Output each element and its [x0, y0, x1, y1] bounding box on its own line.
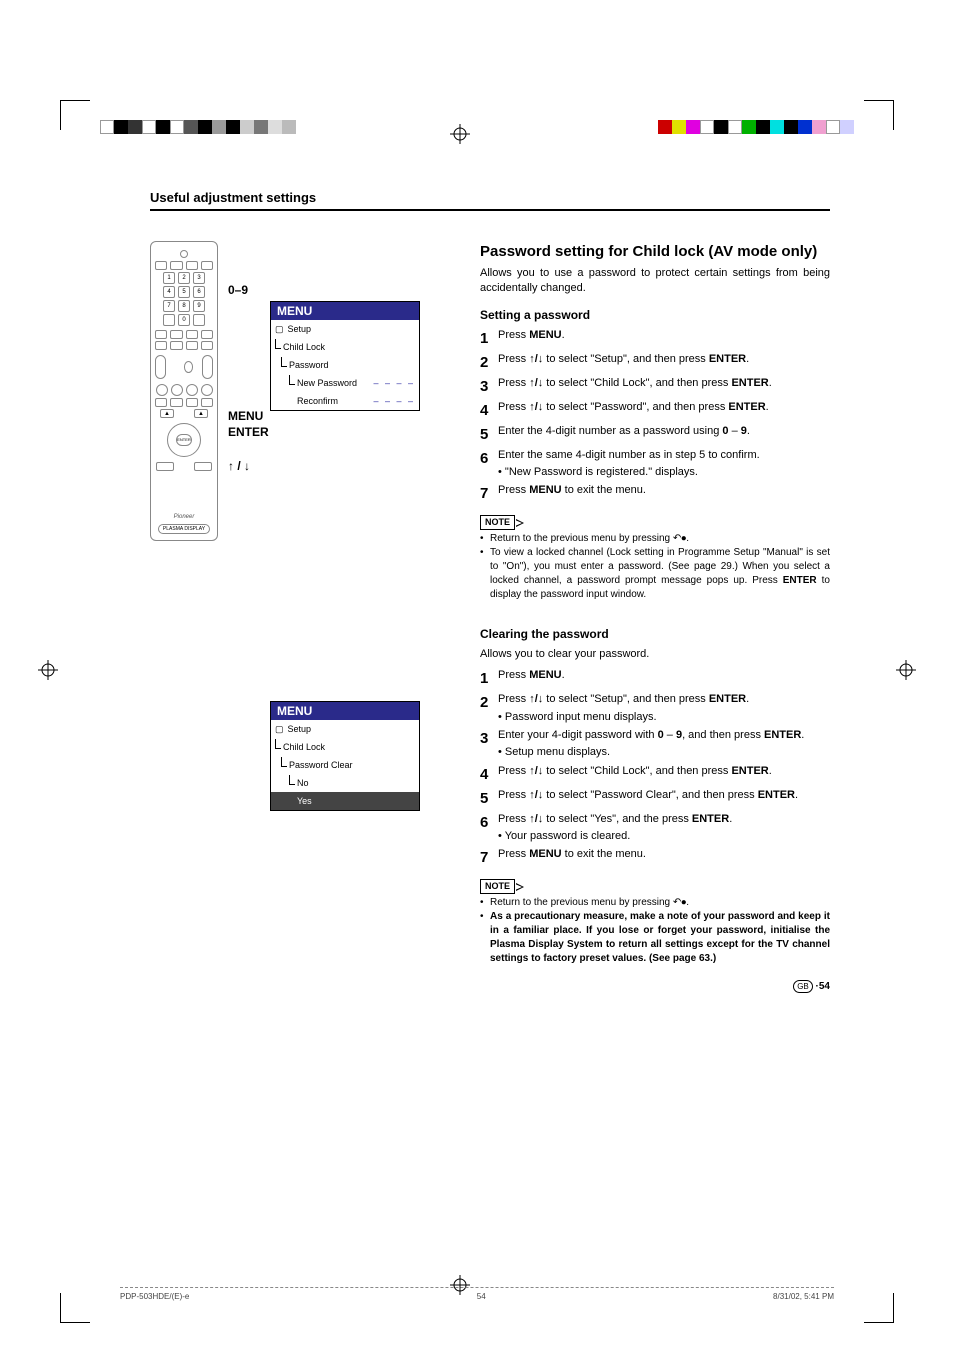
main-heading: Password setting for Child lock (AV mode… — [480, 241, 830, 262]
up-down-arrow-icon — [529, 789, 543, 801]
right-column: Password setting for Child lock (AV mode… — [480, 241, 830, 994]
clearing-intro: Allows you to clear your password. — [480, 647, 830, 662]
left-column: 123 456 789 0 ▲▲ ENTER Pioneer PLASMA DI… — [150, 241, 450, 994]
color-bar-left — [100, 120, 296, 134]
osd-menu-password-clear: MENU ▢Setup Child Lock Password Clear No… — [270, 701, 420, 811]
return-icon — [673, 533, 686, 544]
registration-mark-top — [450, 124, 470, 144]
crop-mark-icon — [60, 100, 90, 130]
main-intro: Allows you to use a password to protect … — [480, 266, 830, 297]
up-down-arrow-icon — [529, 377, 543, 389]
remote-control-graphic: 123 456 789 0 ▲▲ ENTER Pioneer PLASMA DI… — [150, 241, 218, 541]
clearing-notes: Return to the previous menu by pressing … — [480, 896, 830, 966]
color-bar-right — [658, 120, 854, 134]
remote-callouts: 0–9 MENU ENTER ↑ / ↓ — [224, 241, 284, 541]
crop-mark-icon — [60, 1293, 90, 1323]
setting-notes: Return to the previous menu by pressing … — [480, 532, 830, 602]
crop-mark-icon — [864, 100, 894, 130]
print-footer: PDP-503HDE/(E)-e 54 8/31/02, 5:41 PM — [120, 1287, 834, 1301]
page-number: GB ·54 — [480, 980, 830, 994]
tv-icon: ▢ — [275, 724, 284, 735]
callout-arrows: ↑ / ↓ — [228, 459, 250, 473]
menu-header: MENU — [271, 702, 419, 720]
clearing-steps: 1Press MENU. 2Press to select "Setup", a… — [480, 668, 830, 868]
callout-digits: 0–9 — [228, 283, 248, 297]
setting-heading: Setting a password — [480, 307, 830, 324]
clearing-heading: Clearing the password — [480, 626, 830, 643]
crop-mark-icon — [864, 1293, 894, 1323]
section-title: Useful adjustment settings — [150, 190, 830, 211]
return-icon — [673, 897, 686, 908]
registration-mark-left — [38, 660, 58, 680]
osd-menu-password: MENU ▢Setup Child Lock Password New Pass… — [270, 301, 420, 411]
setting-steps: 1Press MENU. 2Press to select "Setup", a… — [480, 328, 830, 505]
up-down-arrow-icon — [529, 401, 543, 413]
up-down-arrow-icon — [529, 693, 543, 705]
menu-header: MENU — [271, 302, 419, 320]
note-label: NOTE — [480, 515, 515, 530]
up-down-arrow-icon — [529, 765, 543, 777]
page-content: Useful adjustment settings 123 456 789 0… — [150, 190, 830, 994]
note-label: NOTE — [480, 879, 515, 894]
registration-mark-right — [896, 660, 916, 680]
up-down-arrow-icon — [529, 813, 543, 825]
up-down-arrow-icon — [529, 353, 543, 365]
callout-enter: ENTER — [228, 425, 269, 439]
callout-menu: MENU — [228, 409, 263, 423]
